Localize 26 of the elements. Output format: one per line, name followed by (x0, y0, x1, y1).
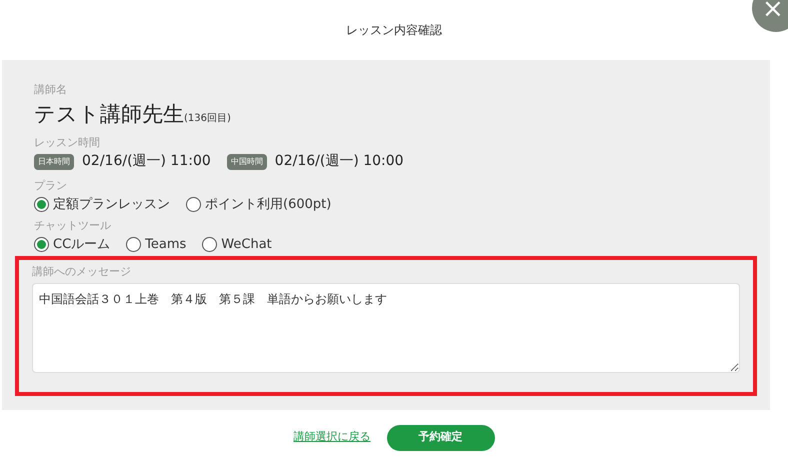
time-zone-badge: 日本時間 (34, 154, 74, 170)
close-button[interactable]: × (752, 0, 788, 32)
time-value: 02/16/(週一) 10:00 (274, 152, 404, 171)
dialog-title: レッスン内容確認 (346, 22, 442, 39)
time-value: 02/16/(週一) 11:00 (82, 152, 211, 171)
field-label: 講師名 (34, 82, 68, 98)
radio-label: Teams (145, 236, 186, 254)
lesson-count: (136回目) (184, 112, 231, 126)
field-label: チャットツール (34, 218, 112, 234)
field-label: 講師へのメッセージ (32, 264, 132, 280)
radio-button[interactable] (202, 236, 218, 252)
radio-label: WeChat (221, 236, 272, 254)
radio-button[interactable] (34, 196, 49, 212)
radio-button[interactable] (126, 236, 142, 252)
radio-label: CCルーム (53, 236, 110, 254)
message-field[interactable]: 中国語会話３０１上巻 第４版 第５課 単語からお願いします (32, 282, 740, 372)
radio-button[interactable] (186, 196, 201, 212)
radio-button[interactable] (34, 236, 49, 252)
field-label: レッスン時間 (34, 134, 101, 150)
time-zone-badge: 中国時間 (226, 154, 267, 170)
radio-label: 定額プランレッスン (53, 196, 170, 214)
back-link[interactable]: 講師選択に戻る (294, 429, 370, 446)
field-label: プラン (34, 178, 68, 194)
radio-label: ポイント利用(600pt) (205, 196, 332, 214)
confirm-button[interactable]: 予約確定 (386, 424, 494, 450)
teacher-name: テスト講師先生 (34, 100, 184, 128)
